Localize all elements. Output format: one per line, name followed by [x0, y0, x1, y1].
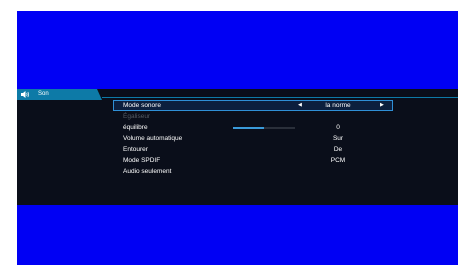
- tv-screen: Son Mode sonore ◀ la norme ▶ Égaliseur é…: [17, 11, 458, 265]
- sound-menu-list: Mode sonore ◀ la norme ▶ Égaliseur équil…: [113, 100, 393, 177]
- menu-item-spdif-mode[interactable]: Mode SPDIF PCM: [113, 155, 393, 166]
- menu-item-auto-volume[interactable]: Volume automatique Sur: [113, 133, 393, 144]
- menu-item-value: PCM: [330, 157, 346, 164]
- settings-panel: Son Mode sonore ◀ la norme ▶ Égaliseur é…: [17, 89, 458, 205]
- menu-item-audio-only[interactable]: Audio seulement: [113, 166, 393, 177]
- menu-item-label: équilibre: [123, 124, 148, 131]
- menu-item-value: 0: [336, 124, 340, 131]
- speaker-icon: [21, 91, 29, 98]
- menu-item-balance[interactable]: équilibre 0: [113, 122, 393, 133]
- menu-item-surround[interactable]: Entourer De: [113, 144, 393, 155]
- menu-item-label: Mode sonore: [123, 102, 161, 109]
- arrow-right-icon[interactable]: ▶: [380, 100, 384, 111]
- balance-slider-fill: [233, 127, 264, 129]
- arrow-left-icon[interactable]: ◀: [298, 100, 302, 111]
- menu-item-label: Volume automatique: [123, 135, 183, 142]
- balance-slider[interactable]: [233, 127, 295, 129]
- menu-item-sound-mode[interactable]: Mode sonore ◀ la norme ▶: [113, 100, 393, 111]
- menu-item-label: Entourer: [123, 146, 148, 153]
- menu-item-label: Audio seulement: [123, 168, 172, 175]
- menu-item-value: Sur: [332, 135, 344, 142]
- tab-sound-label: Son: [38, 91, 49, 97]
- menu-item-value: la norme: [325, 102, 351, 109]
- menu-item-value: De: [333, 146, 343, 153]
- tab-underline: [102, 97, 458, 98]
- menu-item-label: Mode SPDIF: [123, 157, 161, 164]
- tab-sound[interactable]: Son: [17, 89, 102, 100]
- menu-item-equalizer: Égaliseur: [113, 111, 393, 122]
- menu-item-label: Égaliseur: [123, 113, 151, 120]
